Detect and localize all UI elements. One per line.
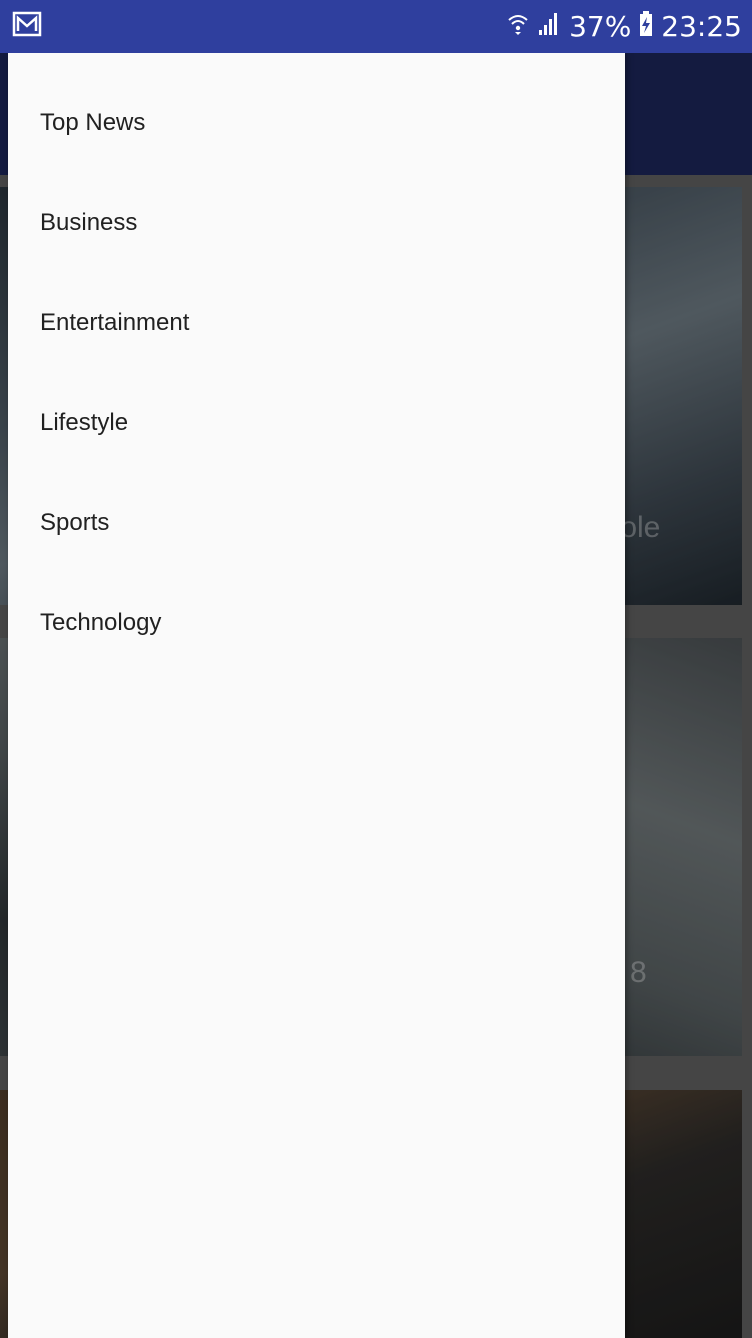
drawer-item-technology[interactable]: Technology [8, 573, 625, 673]
status-bar: 37% 23:25 [0, 0, 752, 53]
drawer-item-sports[interactable]: Sports [8, 473, 625, 573]
wifi-icon [507, 12, 529, 41]
clock: 23:25 [661, 9, 742, 43]
battery-percent: 37% [569, 9, 632, 43]
drawer-item-business[interactable]: Business [8, 173, 625, 273]
drawer-item-top-news[interactable]: Top News [8, 73, 625, 173]
battery-charging-icon [639, 11, 653, 42]
gallery-notification-icon [12, 11, 42, 42]
app-screen: 37% 23:25 tole 8 Top News Business Enter… [0, 0, 752, 1338]
drawer-item-lifestyle[interactable]: Lifestyle [8, 373, 625, 473]
drawer-item-entertainment[interactable]: Entertainment [8, 273, 625, 373]
signal-icon [537, 12, 561, 41]
navigation-drawer: Top News Business Entertainment Lifestyl… [8, 53, 625, 1338]
drawer-menu: Top News Business Entertainment Lifestyl… [8, 73, 625, 673]
